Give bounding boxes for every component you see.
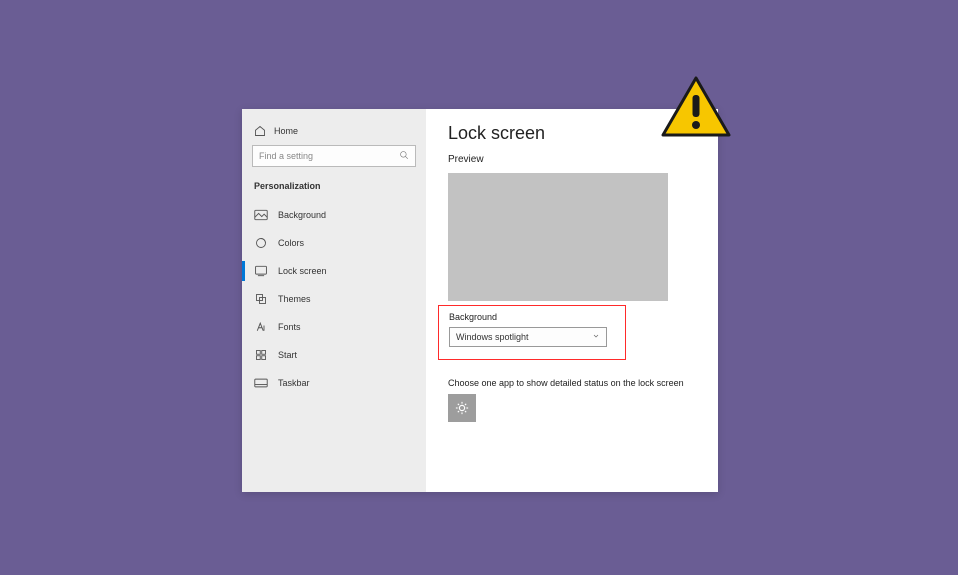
sidebar-item-label: Themes <box>278 294 311 304</box>
section-title: Personalization <box>242 177 426 201</box>
preview-thumbnail <box>448 173 668 301</box>
sidebar-item-fonts[interactable]: Fonts <box>242 313 426 341</box>
main-content: Lock screen Preview Background Windows s… <box>426 109 718 492</box>
search-icon <box>399 150 409 162</box>
themes-icon <box>254 293 268 305</box>
sidebar-item-label: Taskbar <box>278 378 310 388</box>
chevron-down-icon <box>592 332 600 342</box>
sidebar-item-themes[interactable]: Themes <box>242 285 426 313</box>
warning-icon <box>660 75 732 141</box>
sidebar-item-background[interactable]: Background <box>242 201 426 229</box>
home-link[interactable]: Home <box>242 119 426 145</box>
sidebar: Home Find a setting Personalization Back… <box>242 109 426 492</box>
lockscreen-icon <box>254 265 268 277</box>
app-tile-button[interactable] <box>448 394 476 422</box>
background-label: Background <box>449 312 615 322</box>
background-dropdown[interactable]: Windows spotlight <box>449 327 607 347</box>
search-input[interactable]: Find a setting <box>252 145 416 167</box>
background-icon <box>254 209 268 221</box>
sidebar-item-taskbar[interactable]: Taskbar <box>242 369 426 397</box>
sidebar-item-colors[interactable]: Colors <box>242 229 426 257</box>
fonts-icon <box>254 321 268 333</box>
sidebar-item-label: Fonts <box>278 322 301 332</box>
home-icon <box>254 125 266 137</box>
sidebar-item-lockscreen[interactable]: Lock screen <box>242 257 426 285</box>
sidebar-item-label: Lock screen <box>278 266 327 276</box>
app-status-label: Choose one app to show detailed status o… <box>448 378 700 388</box>
sidebar-item-label: Start <box>278 350 297 360</box>
sidebar-item-label: Colors <box>278 238 304 248</box>
settings-window: Home Find a setting Personalization Back… <box>242 109 718 492</box>
nav: Background Colors Lock screen Themes <box>242 201 426 397</box>
home-label: Home <box>274 126 298 136</box>
search-placeholder: Find a setting <box>259 151 313 161</box>
sidebar-item-label: Background <box>278 210 326 220</box>
sun-icon <box>455 401 469 415</box>
sidebar-item-start[interactable]: Start <box>242 341 426 369</box>
colors-icon <box>254 237 268 249</box>
dropdown-selected: Windows spotlight <box>456 332 529 342</box>
background-section-highlight: Background Windows spotlight <box>438 305 626 360</box>
taskbar-icon <box>254 377 268 389</box>
start-icon <box>254 349 268 361</box>
preview-label: Preview <box>448 154 700 165</box>
